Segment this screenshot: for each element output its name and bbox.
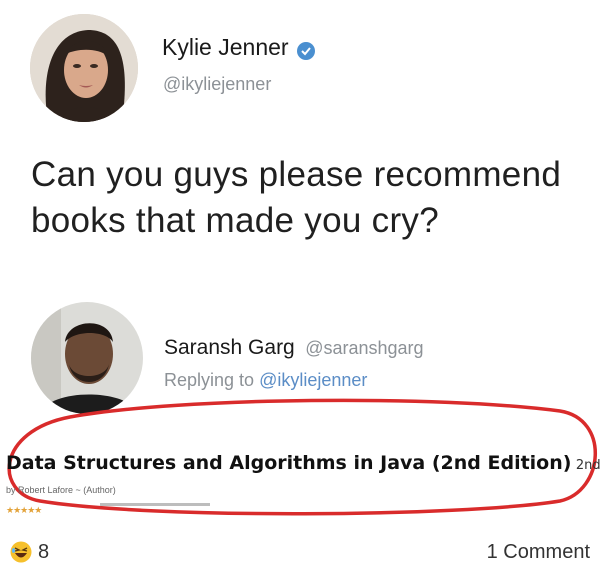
tweet-text: Can you guys please recommend books that…: [31, 152, 561, 244]
replying-to: Replying to @ikyliejenner: [164, 370, 367, 391]
tweet-author-name[interactable]: Kylie Jenner: [162, 34, 289, 60]
reply-author: Saransh Garg @saranshgarg: [164, 336, 424, 360]
book-title[interactable]: Data Structures and Algorithms in Java (…: [6, 452, 571, 474]
star-icon: ★★★★★: [6, 505, 42, 515]
replying-to-handle-link[interactable]: @ikyliejenner: [259, 370, 367, 390]
tweet-author-handle[interactable]: @ikyliejenner: [163, 74, 271, 95]
reaction-count[interactable]: 8: [38, 541, 49, 564]
tweet-text-line-1: Can you guys please recommend: [31, 155, 562, 194]
tweet-author: Kylie Jenner: [162, 34, 316, 61]
verified-badge-icon: [297, 41, 316, 60]
kylie-avatar[interactable]: [30, 14, 138, 122]
book-title-row: Data Structures and Algorithms in Java (…: [6, 452, 600, 474]
book-edition-badge: 2nd: [575, 458, 600, 473]
laughing-emoji-icon[interactable]: [10, 541, 32, 563]
rating-stars: ★★★★★: [6, 500, 66, 515]
ratings-count-blur: [100, 503, 210, 506]
replying-to-label: Replying to: [164, 370, 255, 390]
reply-author-name[interactable]: Saransh Garg: [164, 336, 295, 359]
comment-count-link[interactable]: 1 Comment: [487, 541, 590, 564]
tweet-text-line-2: books that made you cry?: [31, 201, 439, 240]
book-byline: by Robert Lafore ~ (Author): [6, 485, 116, 495]
reply-author-handle[interactable]: @saranshgarg: [305, 338, 423, 358]
